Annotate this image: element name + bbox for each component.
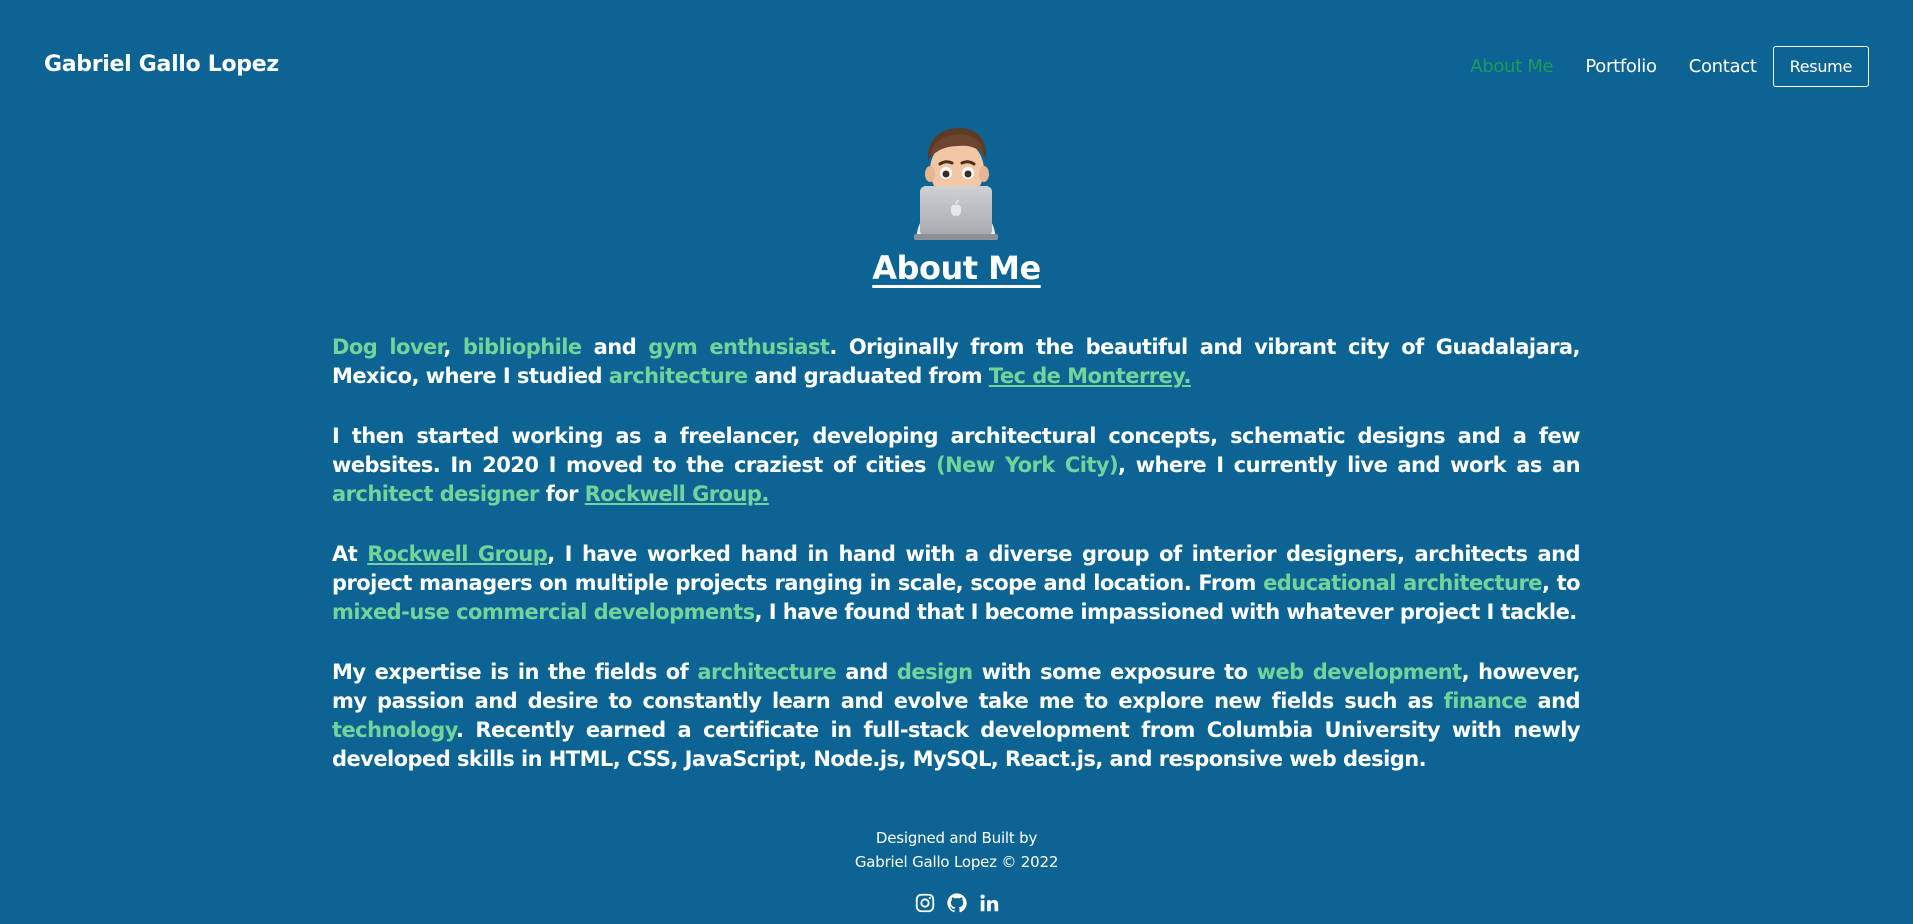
about-paragraph-2: I then started working as a freelancer, … [332, 424, 1581, 506]
page-title: About Me [872, 249, 1041, 287]
navbar: Gabriel Gallo Lopez About Me Portfolio C… [0, 0, 1913, 134]
memoji-avatar-image [914, 128, 998, 240]
tec-de-monterrey-link[interactable]: Tec de Monterrey. [989, 364, 1192, 388]
footer-credit-line-1: Designed and Built by [875, 829, 1038, 847]
highlight-design: design [896, 660, 973, 684]
github-icon[interactable] [946, 892, 968, 914]
resume-button[interactable]: Resume [1772, 46, 1869, 87]
about-content: Dog lover, bibliophile and gym enthusias… [332, 333, 1581, 805]
nav-about-me[interactable]: About Me [1470, 56, 1553, 77]
linkedin-icon[interactable] [978, 892, 1000, 914]
rockwell-group-link[interactable]: Rockwell Group. [585, 482, 770, 506]
nav-links: About Me Portfolio Contact Resume [1470, 46, 1869, 87]
footer: Designed and Built by Gabriel Gallo Lope… [0, 826, 1913, 874]
rockwell-group-inline-link[interactable]: Rockwell Group [367, 542, 548, 566]
about-paragraph-1: Dog lover, bibliophile and gym enthusias… [332, 335, 1581, 388]
about-paragraph-4: My expertise is in the fields of archite… [332, 660, 1581, 771]
highlight-educational-architecture: educational architecture [1263, 571, 1542, 595]
highlight-architect-designer: architect designer [332, 482, 539, 506]
nav-portfolio[interactable]: Portfolio [1585, 56, 1657, 77]
memoji-avatar [906, 122, 1006, 240]
highlight-architecture-2: architecture [697, 660, 837, 684]
highlight-bibliophile: bibliophile [462, 335, 582, 359]
highlight-finance: finance [1443, 689, 1528, 713]
highlight-new-york-city: (New York City) [936, 453, 1119, 477]
highlight-architecture: architecture [608, 364, 748, 388]
nav-contact[interactable]: Contact [1689, 56, 1757, 77]
highlight-dog-lover: Dog lover [332, 335, 444, 359]
about-paragraph-3: At Rockwell Group, I have worked hand in… [332, 542, 1581, 624]
brand-name[interactable]: Gabriel Gallo Lopez [44, 52, 279, 77]
instagram-icon[interactable] [914, 892, 936, 914]
social-links [0, 892, 1913, 914]
highlight-mixed-use: mixed-use commercial developments [332, 600, 755, 624]
highlight-gym-enthusiast: gym enthusiast [648, 335, 830, 359]
highlight-technology: technology [332, 718, 457, 742]
footer-credit-line-2: Gabriel Gallo Lopez © 2022 [854, 853, 1059, 871]
highlight-web-development: web development [1256, 660, 1463, 684]
